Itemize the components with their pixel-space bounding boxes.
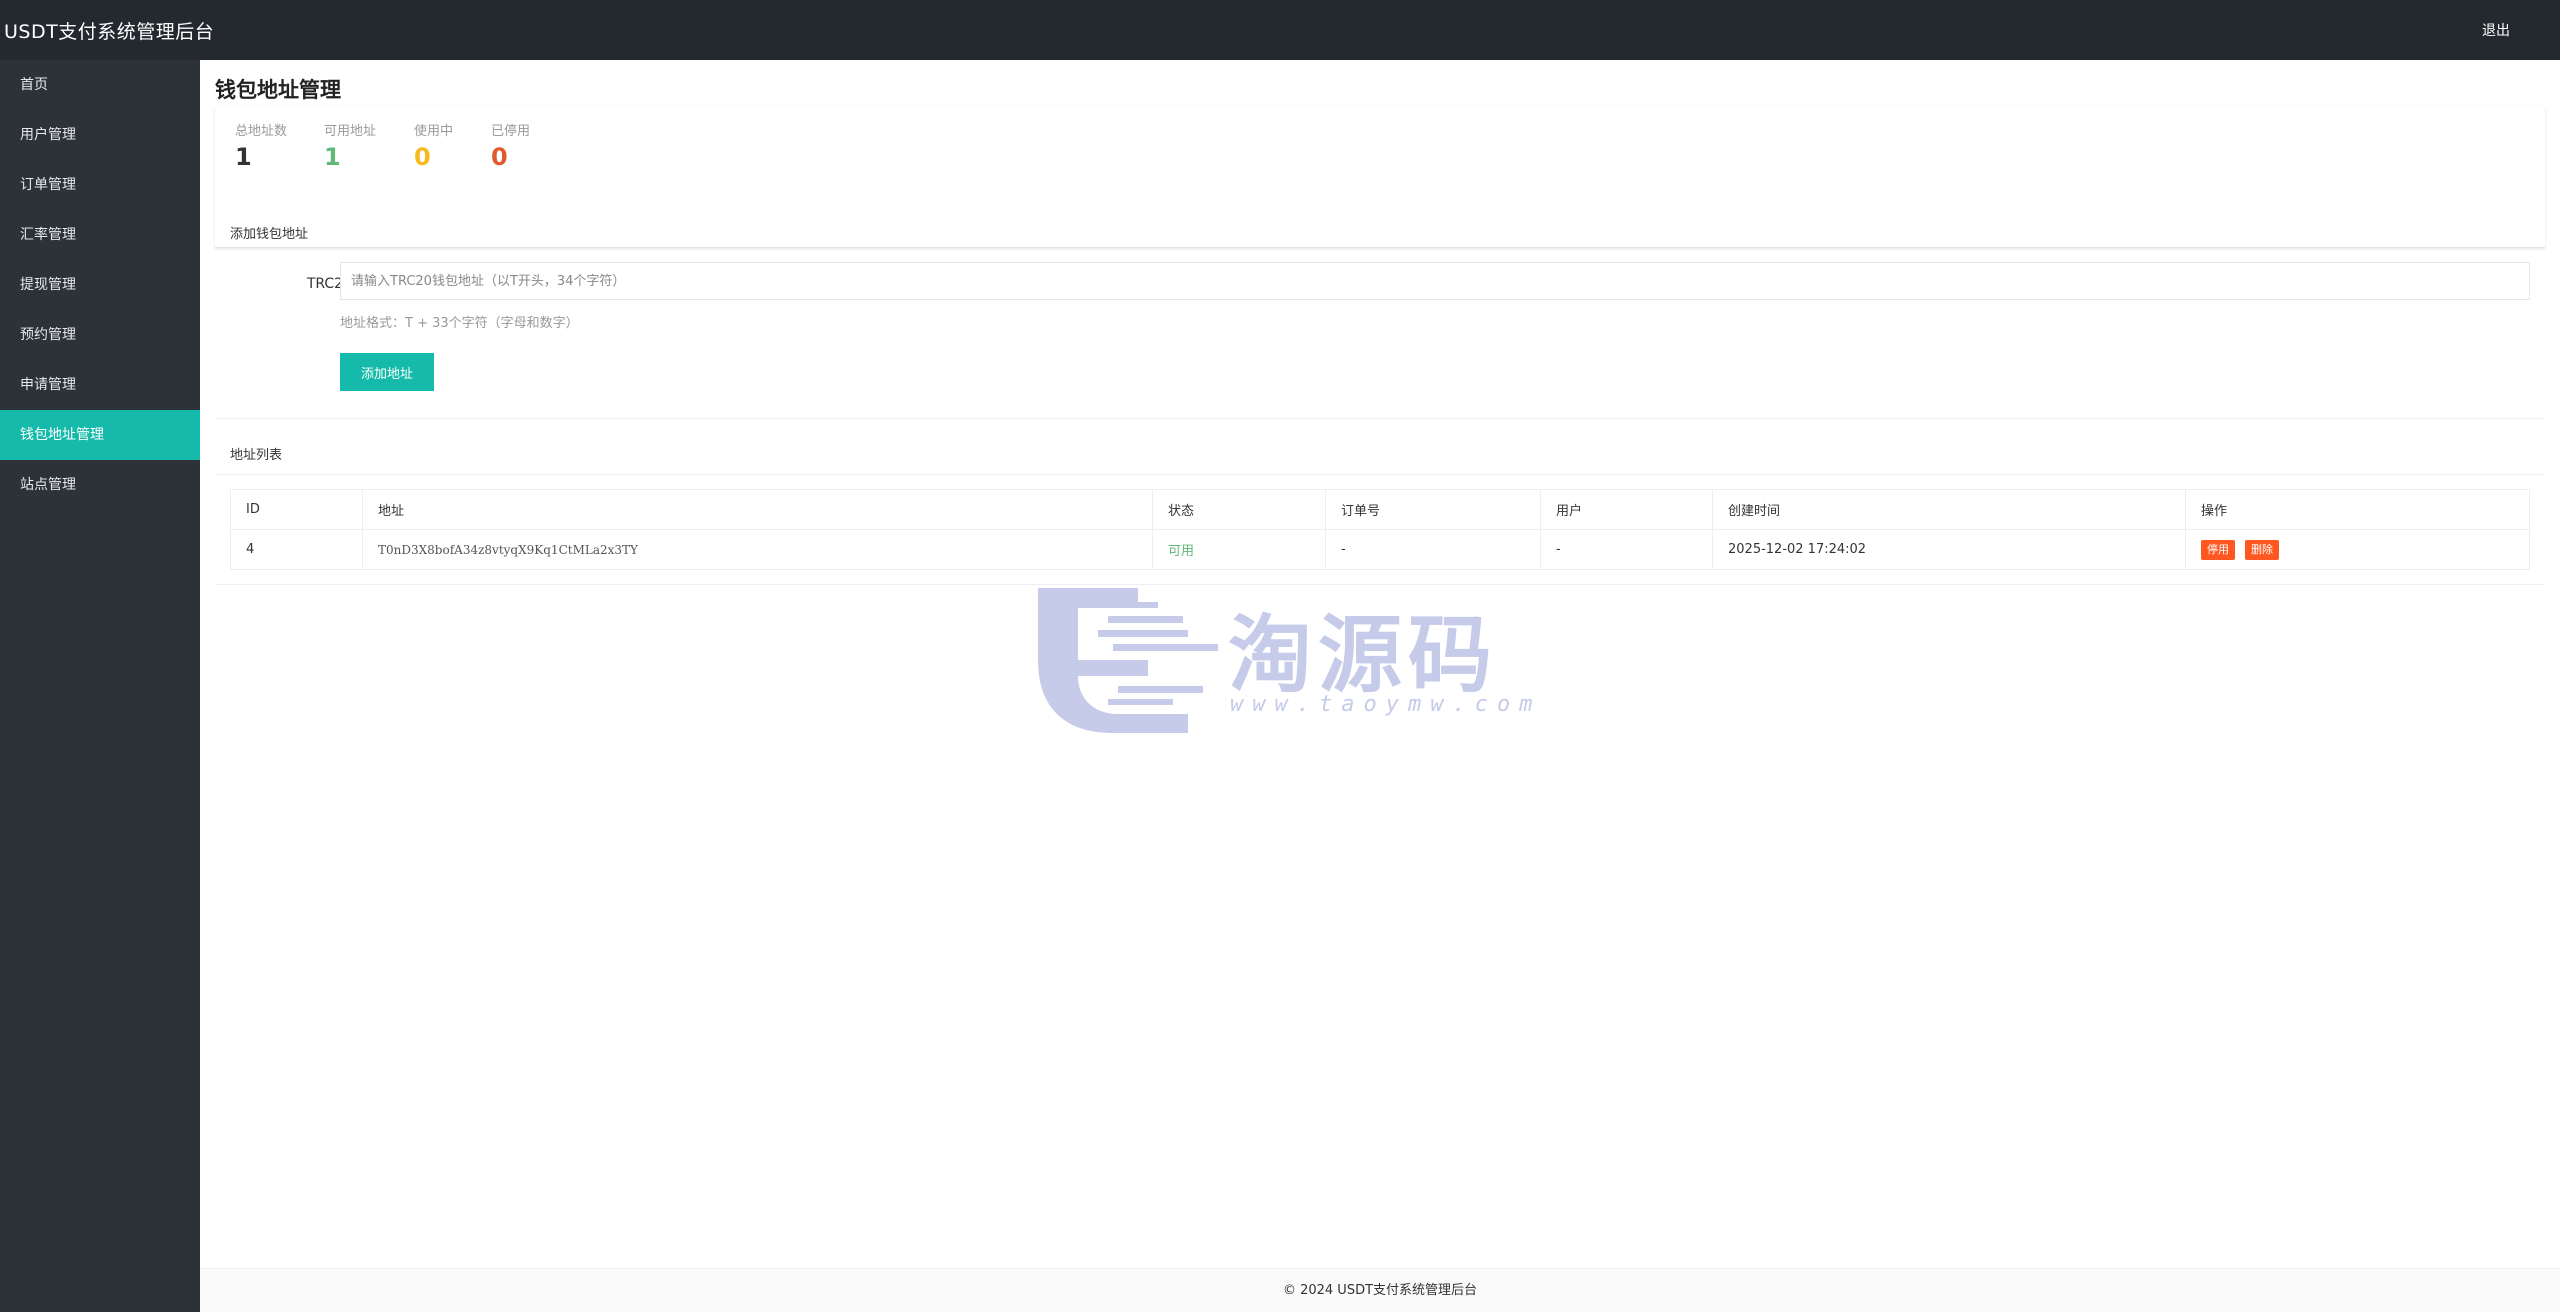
column-header-user: 用户 — [1540, 489, 1713, 530]
sidebar-item-withdrawals[interactable]: 提现管理 — [0, 260, 200, 310]
sidebar-item-home[interactable]: 首页 — [0, 60, 200, 110]
stat-disabled: 已停用 0 — [491, 120, 530, 171]
page-title: 钱包地址管理 — [215, 78, 341, 102]
sidebar-item-wallet-addresses[interactable]: 钱包地址管理 — [0, 410, 200, 460]
stat-in-use: 使用中 0 — [414, 120, 453, 171]
column-header-id: ID — [230, 489, 363, 530]
divider — [215, 474, 2545, 475]
address-list-section-title: 地址列表 — [230, 448, 283, 463]
stat-available: 可用地址 1 — [324, 120, 376, 171]
cell-order-no: - — [1325, 529, 1541, 570]
stat-label: 可用地址 — [324, 124, 377, 139]
stat-value: 0 — [414, 143, 431, 171]
stat-label: 使用中 — [414, 124, 454, 139]
divider — [215, 418, 2545, 419]
column-header-created-at: 创建时间 — [1712, 489, 2186, 530]
column-header-actions: 操作 — [2185, 489, 2530, 530]
cell-id: 4 — [230, 529, 363, 570]
add-address-section-title: 添加钱包地址 — [230, 227, 309, 242]
address-format-hint: 地址格式：T + 33个字符（字母和数字） — [340, 316, 579, 331]
app-title: USDT支付系统管理后台 — [4, 20, 215, 43]
cell-address: T0nD3X8bofA34z8vtyqX9Kq1CtMLa2x3TY — [362, 529, 1153, 570]
logout-link[interactable]: 退出 — [2482, 20, 2510, 40]
main-content: 钱包地址管理 总地址数 1 可用地址 1 使用中 0 已停用 0 添加钱包地址 — [200, 60, 2560, 1312]
footer: © 2024 USDT支付系统管理后台 — [200, 1268, 2560, 1312]
table-header-row: ID 地址 状态 订单号 用户 创建时间 操作 — [230, 489, 2530, 530]
stat-value: 1 — [324, 143, 341, 171]
cell-user: - — [1540, 529, 1713, 570]
top-header: USDT支付系统管理后台 退出 — [0, 0, 2560, 60]
trc20-address-input[interactable] — [340, 262, 2530, 300]
cell-created-at: 2025-12-02 17:24:02 — [1712, 529, 2186, 570]
sidebar-item-sites[interactable]: 站点管理 — [0, 460, 200, 510]
add-address-button[interactable]: 添加地址 — [340, 353, 434, 391]
address-table: ID 地址 状态 订单号 用户 创建时间 操作 4 T0nD3X8bofA34z… — [230, 489, 2530, 570]
column-header-order-no: 订单号 — [1325, 489, 1541, 530]
sidebar-item-orders[interactable]: 订单管理 — [0, 160, 200, 210]
stat-label: 已停用 — [491, 124, 531, 139]
table-row: 4 T0nD3X8bofA34z8vtyqX9Kq1CtMLa2x3TY 可用 … — [230, 529, 2530, 570]
column-header-address: 地址 — [362, 489, 1153, 530]
stat-value: 0 — [491, 143, 508, 171]
sidebar-item-reservations[interactable]: 预约管理 — [0, 310, 200, 360]
stat-label: 总地址数 — [235, 124, 288, 139]
divider — [215, 584, 2545, 585]
stats-card: 总地址数 1 可用地址 1 使用中 0 已停用 0 — [215, 106, 2545, 248]
sidebar-item-exchange-rate[interactable]: 汇率管理 — [0, 210, 200, 260]
cell-actions: 停用 删除 — [2185, 529, 2530, 570]
sidebar-item-applications[interactable]: 申请管理 — [0, 360, 200, 410]
stat-total: 总地址数 1 — [235, 120, 287, 171]
sidebar: 首页 用户管理 订单管理 汇率管理 提现管理 预约管理 申请管理 钱包地址管理 … — [0, 60, 200, 1312]
delete-button[interactable]: 删除 — [2245, 539, 2279, 560]
cell-status: 可用 — [1152, 529, 1326, 570]
column-header-status: 状态 — [1152, 489, 1326, 530]
sidebar-item-users[interactable]: 用户管理 — [0, 110, 200, 160]
divider — [215, 248, 2545, 249]
disable-button[interactable]: 停用 — [2201, 539, 2235, 560]
stat-value: 1 — [235, 143, 252, 171]
